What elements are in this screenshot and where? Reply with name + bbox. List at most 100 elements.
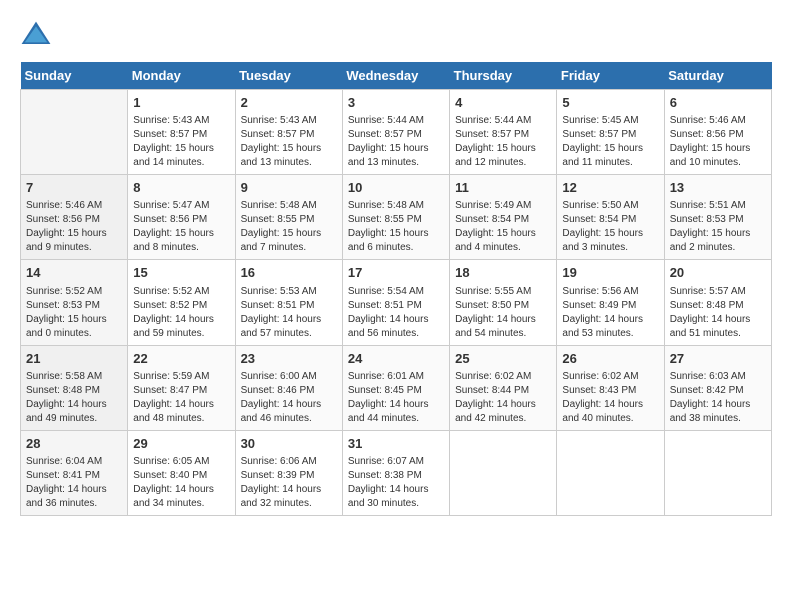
calendar-cell: 5 Sunrise: 5:45 AM Sunset: 8:57 PM Daylig…	[557, 90, 664, 175]
day-number: 26	[562, 350, 658, 368]
calendar-cell: 6 Sunrise: 5:46 AM Sunset: 8:56 PM Daylig…	[664, 90, 771, 175]
day-number: 16	[241, 264, 337, 282]
day-number: 1	[133, 94, 229, 112]
calendar-cell	[557, 430, 664, 515]
calendar-cell	[21, 90, 128, 175]
calendar-cell: 29Sunrise: 6:05 AM Sunset: 8:40 PM Dayli…	[128, 430, 235, 515]
day-info: Sunrise: 5:45 AM Sunset: 8:57 PM Dayligh…	[562, 114, 658, 170]
calendar-cell: 14 Sunrise: 5:52 AM Sunset: 8:53 PM Dayli…	[21, 260, 128, 345]
header-saturday: Saturday	[664, 62, 771, 90]
calendar-cell: 11 Sunrise: 5:49 AM Sunset: 8:54 PM Dayli…	[450, 175, 557, 260]
day-number: 5	[562, 94, 658, 112]
calendar-cell: 31 Sunrise: 6:07 AM Sunset: 8:38 PM Dayli…	[342, 430, 449, 515]
day-info: Sunrise: 5:48 AM Sunset: 8:55 PM Dayligh…	[241, 199, 337, 255]
day-info: Sunrise: 5:59 AM Sunset: 8:47 PM Dayligh…	[133, 370, 229, 426]
day-number: 27	[670, 350, 766, 368]
day-info: Sunrise: 6:06 AM Sunset: 8:39 PM Dayligh…	[241, 455, 337, 511]
day-info: Sunrise: 6:02 AM Sunset: 8:43 PM Dayligh…	[562, 370, 658, 426]
calendar-cell: 4 Sunrise: 5:44 AM Sunset: 8:57 PM Daylig…	[450, 90, 557, 175]
calendar-cell: 12 Sunrise: 5:50 AM Sunset: 8:54 PM Dayli…	[557, 175, 664, 260]
calendar-cell	[450, 430, 557, 515]
day-info: Sunrise: 5:52 AM Sunset: 8:53 PM Dayligh…	[26, 285, 122, 341]
day-info: Sunrise: 6:01 AM Sunset: 8:45 PM Dayligh…	[348, 370, 444, 426]
calendar-cell	[664, 430, 771, 515]
day-info: Sunrise: 5:55 AM Sunset: 8:50 PM Dayligh…	[455, 285, 551, 341]
day-info: Sunrise: 5:47 AM Sunset: 8:56 PM Dayligh…	[133, 199, 229, 255]
calendar-cell: 9 Sunrise: 5:48 AM Sunset: 8:55 PM Daylig…	[235, 175, 342, 260]
day-info: Sunrise: 5:54 AM Sunset: 8:51 PM Dayligh…	[348, 285, 444, 341]
day-info: Sunrise: 5:43 AM Sunset: 8:57 PM Dayligh…	[133, 114, 229, 170]
day-number: 3	[348, 94, 444, 112]
day-number: 15	[133, 264, 229, 282]
calendar-week-row: 28 Sunrise: 6:04 AM Sunset: 8:41 PM Dayli…	[21, 430, 772, 515]
day-number: 2	[241, 94, 337, 112]
day-number: 6	[670, 94, 766, 112]
day-info: Sunrise: 6:02 AM Sunset: 8:44 PM Dayligh…	[455, 370, 551, 426]
day-info: Sunrise: 5:51 AM Sunset: 8:53 PM Dayligh…	[670, 199, 766, 255]
day-info: Sunrise: 5:44 AM Sunset: 8:57 PM Dayligh…	[455, 114, 551, 170]
day-info: Sunrise: 5:46 AM Sunset: 8:56 PM Dayligh…	[670, 114, 766, 170]
header-friday: Friday	[557, 62, 664, 90]
calendar-cell: 30 Sunrise: 6:06 AM Sunset: 8:39 PM Dayli…	[235, 430, 342, 515]
day-info: Sunrise: 5:58 AM Sunset: 8:48 PM Dayligh…	[26, 370, 122, 426]
header-thursday: Thursday	[450, 62, 557, 90]
calendar-cell: 15Sunrise: 5:52 AM Sunset: 8:52 PM Dayli…	[128, 260, 235, 345]
calendar-cell: 18 Sunrise: 5:55 AM Sunset: 8:50 PM Dayli…	[450, 260, 557, 345]
day-info: Sunrise: 5:53 AM Sunset: 8:51 PM Dayligh…	[241, 285, 337, 341]
day-number: 31	[348, 435, 444, 453]
header-sunday: Sunday	[21, 62, 128, 90]
calendar-cell: 2 Sunrise: 5:43 AM Sunset: 8:57 PM Daylig…	[235, 90, 342, 175]
day-number: 7	[26, 179, 122, 197]
calendar-week-row: 1 Sunrise: 5:43 AM Sunset: 8:57 PM Daylig…	[21, 90, 772, 175]
calendar-cell: 20Sunrise: 5:57 AM Sunset: 8:48 PM Dayli…	[664, 260, 771, 345]
day-number: 18	[455, 264, 551, 282]
calendar-table: SundayMondayTuesdayWednesdayThursdayFrid…	[20, 62, 772, 516]
day-number: 9	[241, 179, 337, 197]
day-number: 11	[455, 179, 551, 197]
day-info: Sunrise: 5:44 AM Sunset: 8:57 PM Dayligh…	[348, 114, 444, 170]
day-info: Sunrise: 5:49 AM Sunset: 8:54 PM Dayligh…	[455, 199, 551, 255]
day-number: 23	[241, 350, 337, 368]
calendar-cell: 7 Sunrise: 5:46 AM Sunset: 8:56 PM Daylig…	[21, 175, 128, 260]
day-number: 30	[241, 435, 337, 453]
day-number: 25	[455, 350, 551, 368]
calendar-cell: 28 Sunrise: 6:04 AM Sunset: 8:41 PM Dayli…	[21, 430, 128, 515]
day-number: 14	[26, 264, 122, 282]
calendar-cell: 22Sunrise: 5:59 AM Sunset: 8:47 PM Dayli…	[128, 345, 235, 430]
calendar-cell: 8 Sunrise: 5:47 AM Sunset: 8:56 PM Daylig…	[128, 175, 235, 260]
calendar-cell: 17Sunrise: 5:54 AM Sunset: 8:51 PM Dayli…	[342, 260, 449, 345]
day-number: 4	[455, 94, 551, 112]
logo-icon	[20, 20, 52, 52]
calendar-cell: 10Sunrise: 5:48 AM Sunset: 8:55 PM Dayli…	[342, 175, 449, 260]
logo	[20, 20, 56, 52]
day-info: Sunrise: 5:50 AM Sunset: 8:54 PM Dayligh…	[562, 199, 658, 255]
day-info: Sunrise: 5:43 AM Sunset: 8:57 PM Dayligh…	[241, 114, 337, 170]
page-header	[20, 20, 772, 52]
day-number: 13	[670, 179, 766, 197]
day-info: Sunrise: 5:46 AM Sunset: 8:56 PM Dayligh…	[26, 199, 122, 255]
day-info: Sunrise: 6:04 AM Sunset: 8:41 PM Dayligh…	[26, 455, 122, 511]
day-info: Sunrise: 5:57 AM Sunset: 8:48 PM Dayligh…	[670, 285, 766, 341]
day-number: 8	[133, 179, 229, 197]
day-info: Sunrise: 6:07 AM Sunset: 8:38 PM Dayligh…	[348, 455, 444, 511]
header-monday: Monday	[128, 62, 235, 90]
day-number: 19	[562, 264, 658, 282]
day-info: Sunrise: 6:05 AM Sunset: 8:40 PM Dayligh…	[133, 455, 229, 511]
day-number: 28	[26, 435, 122, 453]
calendar-cell: 26 Sunrise: 6:02 AM Sunset: 8:43 PM Dayli…	[557, 345, 664, 430]
calendar-cell: 16 Sunrise: 5:53 AM Sunset: 8:51 PM Dayli…	[235, 260, 342, 345]
calendar-header-row: SundayMondayTuesdayWednesdayThursdayFrid…	[21, 62, 772, 90]
calendar-cell: 3 Sunrise: 5:44 AM Sunset: 8:57 PM Daylig…	[342, 90, 449, 175]
day-number: 10	[348, 179, 444, 197]
calendar-week-row: 21Sunrise: 5:58 AM Sunset: 8:48 PM Dayli…	[21, 345, 772, 430]
calendar-week-row: 14 Sunrise: 5:52 AM Sunset: 8:53 PM Dayli…	[21, 260, 772, 345]
day-number: 24	[348, 350, 444, 368]
calendar-cell: 13 Sunrise: 5:51 AM Sunset: 8:53 PM Dayli…	[664, 175, 771, 260]
calendar-cell: 1 Sunrise: 5:43 AM Sunset: 8:57 PM Daylig…	[128, 90, 235, 175]
day-info: Sunrise: 5:56 AM Sunset: 8:49 PM Dayligh…	[562, 285, 658, 341]
day-info: Sunrise: 6:00 AM Sunset: 8:46 PM Dayligh…	[241, 370, 337, 426]
day-number: 12	[562, 179, 658, 197]
calendar-week-row: 7 Sunrise: 5:46 AM Sunset: 8:56 PM Daylig…	[21, 175, 772, 260]
calendar-cell: 25 Sunrise: 6:02 AM Sunset: 8:44 PM Dayli…	[450, 345, 557, 430]
calendar-cell: 21Sunrise: 5:58 AM Sunset: 8:48 PM Dayli…	[21, 345, 128, 430]
